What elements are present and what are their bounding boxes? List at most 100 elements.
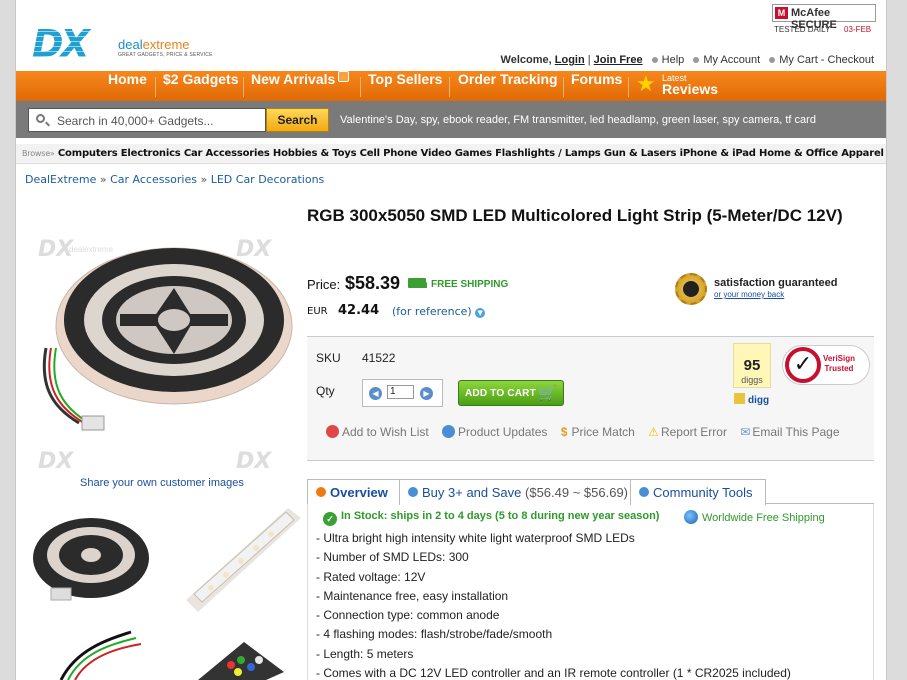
browse-label: Browse» <box>22 149 55 158</box>
svg-text:DX: DX <box>236 449 272 473</box>
browse-electronics[interactable]: Electronics <box>121 148 181 159</box>
account-link[interactable]: My Account <box>703 54 760 66</box>
browse-cell-phone[interactable]: Cell Phone <box>360 148 418 159</box>
breadcrumb-led-decorations[interactable]: LED Car Decorations <box>211 173 325 186</box>
product-main-image[interactable]: DX dealextreme DX DX DX <box>24 208 304 473</box>
eur-label: EUR <box>307 306 328 317</box>
mcafee-icon: M <box>775 7 788 19</box>
star-icon: ★ <box>636 72 656 97</box>
eur-reference[interactable]: (for reference) ▼ <box>392 305 486 318</box>
mail-icon: ✉ <box>740 425 751 439</box>
price-match[interactable]: $ Price Match <box>561 425 635 439</box>
browse-gun-lasers[interactable]: Gun & Lasers <box>604 148 677 159</box>
list-item: - Length: 5 meters <box>316 646 414 661</box>
sku-value: 41522 <box>362 351 396 365</box>
search-icon <box>36 114 45 123</box>
updates-icon <box>442 425 456 438</box>
rss-icon <box>338 71 350 82</box>
tab-buy-3-save[interactable]: Buy 3+ and Save ($56.49 ~ $56.69) <box>399 479 631 505</box>
nav-2-gadgets[interactable]: $2 Gadgets <box>163 71 238 101</box>
breadcrumb-car-accessories[interactable]: Car Accessories <box>110 173 197 186</box>
digg-icon <box>734 393 745 404</box>
list-item: - Connection type: common anode <box>316 608 500 623</box>
tested-date: 03-FEB <box>844 25 872 34</box>
warning-icon: ⚠ <box>648 425 659 439</box>
money-back-link[interactable]: or your money back <box>714 290 784 299</box>
browse-video-games[interactable]: Video Games <box>421 148 492 159</box>
browse-home-office[interactable]: Home & Office <box>759 148 838 159</box>
heart-icon <box>326 425 339 438</box>
nav-reviews[interactable]: Reviews <box>662 81 718 97</box>
add-to-cart-button[interactable]: ADD TO CART 🛒 <box>458 380 564 406</box>
list-item: - Ultra bright high intensity white ligh… <box>316 531 635 545</box>
nav-top-sellers[interactable]: Top Sellers <box>368 71 442 101</box>
nav-forums[interactable]: Forums <box>571 71 622 101</box>
sku-label: SKU <box>316 351 341 365</box>
nav-order-tracking[interactable]: Order Tracking <box>458 71 558 101</box>
list-item: - Rated voltage: 12V <box>316 569 426 584</box>
main-nav: Home $2 Gadgets New Arrivals Top Sellers… <box>16 71 886 101</box>
popular-keywords[interactable]: Valentine's Day, spy, ebook reader, FM t… <box>340 114 816 126</box>
thumbnail-cables <box>59 630 142 680</box>
add-to-wishlist[interactable]: Add to Wish List <box>326 425 429 439</box>
worldwide-shipping: Worldwide Free Shipping <box>684 510 825 524</box>
cart-link[interactable]: My Cart - Checkout <box>779 54 874 66</box>
satisfaction-guaranteed: satisfaction guaranteed <box>714 277 838 289</box>
browse-bar: Browse» Computers Electronics Car Access… <box>16 144 886 164</box>
email-page[interactable]: ✉ Email This Page <box>740 425 839 439</box>
digg-count: 95 <box>743 357 761 374</box>
login-link[interactable]: Login <box>555 54 585 66</box>
globe-icon <box>684 510 698 524</box>
breadcrumb-home[interactable]: DealExtreme <box>25 173 96 186</box>
increase-qty-button[interactable]: ▶ <box>420 387 433 400</box>
browse-computers[interactable]: Computers <box>58 148 118 159</box>
page: DX dealextreme GREAT GADGETS, PRICE & SE… <box>15 0 887 680</box>
qty-label: Qty <box>316 384 335 398</box>
tab-community-tools[interactable]: Community Tools <box>630 479 766 505</box>
tab-overview[interactable]: Overview <box>307 479 400 505</box>
product-updates[interactable]: Product Updates <box>442 425 547 439</box>
help-link[interactable]: Help <box>662 54 685 66</box>
tested-daily: TESTED DAILY <box>774 25 831 34</box>
nav-home[interactable]: Home <box>108 71 147 101</box>
browse-apparel[interactable]: Apparel <box>841 148 884 159</box>
chevron-down-icon: ▼ <box>475 308 486 318</box>
free-shipping: FREE SHIPPING <box>431 279 509 290</box>
search-button[interactable]: Search <box>266 108 329 132</box>
list-item: - Number of SMD LEDs: 300 <box>316 550 469 565</box>
decrease-qty-button[interactable]: ◀ <box>369 387 382 400</box>
truck-icon <box>408 278 427 288</box>
nav-new-arrivals[interactable]: New Arrivals <box>251 71 350 101</box>
report-error[interactable]: ⚠ Report Error <box>648 425 727 439</box>
verisign-badge[interactable]: ✓ VeriSign Trusted <box>782 345 870 385</box>
chevron-down-icon <box>408 487 418 497</box>
price-label: Price: <box>307 277 341 292</box>
feature-list: - Ultra bright high intensity white ligh… <box>316 529 791 680</box>
logo-tagline: GREAT GADGETS, PRICE & SERVICE <box>118 52 213 58</box>
join-link[interactable]: Join Free <box>594 54 643 66</box>
chevron-down-icon <box>316 487 326 497</box>
list-item: - 4 flashing modes: flash/strobe/fade/sm… <box>316 627 553 642</box>
digg-counter: 95 diggs <box>733 343 771 388</box>
product-actions: Add to Wish List Product Updates $ Price … <box>326 425 850 439</box>
guarantee-seal-icon <box>675 273 707 305</box>
share-customer-images[interactable]: Share your own customer images <box>80 477 244 489</box>
thumbnail-strip <box>186 508 301 612</box>
browse-hobbies-toys[interactable]: Hobbies & Toys <box>273 148 357 159</box>
browse-flashlights[interactable]: Flashlights / Lamps <box>495 148 601 159</box>
eur-price: 42.44 <box>338 303 380 318</box>
quantity-stepper: ◀ 1 ▶ <box>362 379 443 407</box>
product-tabs: Overview Buy 3+ and Save ($56.49 ~ $56.6… <box>307 479 874 505</box>
price-value: $58.39 <box>345 273 401 293</box>
digg-label: diggs <box>741 375 763 385</box>
browse-iphone-ipad[interactable]: iPhone & iPad <box>680 148 756 159</box>
quantity-input[interactable]: 1 <box>387 385 414 399</box>
dollar-icon: $ <box>560 425 568 439</box>
search-input[interactable]: Search in 40,000+ Gadgets... <box>28 108 266 132</box>
browse-car-accessories[interactable]: Car Accessories <box>184 148 270 159</box>
mcafee-badge[interactable]: M McAfee SECURE <box>772 4 876 31</box>
dx-logo[interactable]: DX <box>30 22 120 66</box>
digg-button[interactable]: digg <box>734 393 769 406</box>
product-thumbnails[interactable] <box>26 500 311 680</box>
cart-icon: 🛒 <box>538 384 557 402</box>
